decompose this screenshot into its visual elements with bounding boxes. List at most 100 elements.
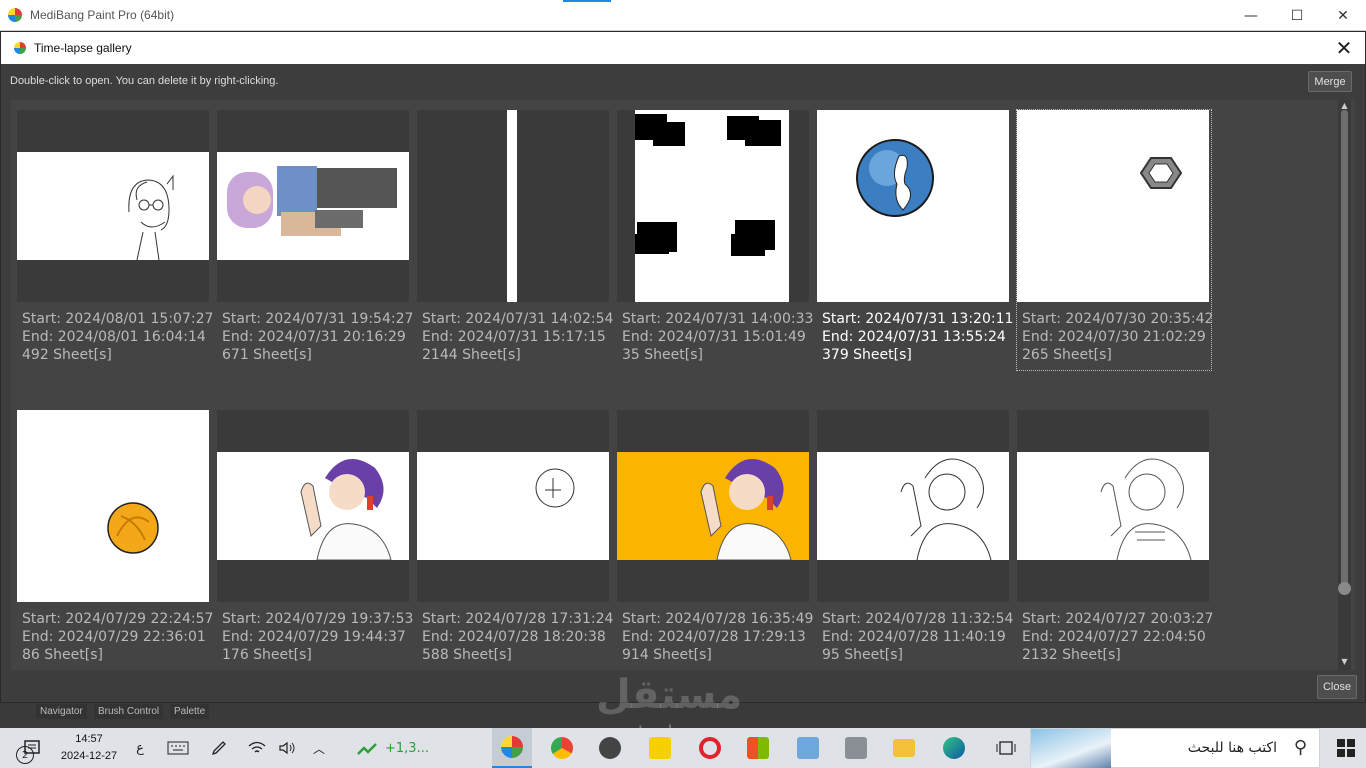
chrome-icon xyxy=(551,737,573,759)
timelapse-info: Start: 2024/07/31 14:02:54 End: 2024/07/… xyxy=(422,310,613,364)
taskbar-app-calculator[interactable] xyxy=(836,728,876,768)
close-button[interactable]: Close xyxy=(1317,675,1357,699)
tab-palette[interactable]: Palette xyxy=(170,704,210,719)
timelapse-thumbnail[interactable] xyxy=(217,110,409,302)
gallery-item[interactable]: Start: 2024/08/01 15:07:27 End: 2024/08/… xyxy=(17,110,213,370)
app-titlebar: MediBang Paint Pro (64bit) — ☐ ✕ xyxy=(0,0,1366,31)
maximize-button[interactable]: ☐ xyxy=(1274,0,1320,31)
gallery-item[interactable]: Start: 2024/07/31 14:02:54 End: 2024/07/… xyxy=(417,110,613,370)
scrollbar-track[interactable] xyxy=(1341,110,1348,586)
opera-icon xyxy=(699,737,721,759)
end-time: End: 2024/07/28 18:20:38 xyxy=(422,629,606,645)
start-time: Start: 2024/07/30 20:35:42 xyxy=(1022,311,1214,327)
timelapse-thumbnail[interactable] xyxy=(617,110,809,302)
timelapse-thumbnail[interactable] xyxy=(417,410,609,602)
gallery-scrollbar[interactable]: ▲ ▼ xyxy=(1338,100,1351,670)
timelapse-info: Start: 2024/07/28 17:31:24 End: 2024/07/… xyxy=(422,610,613,664)
search-input[interactable]: اكتب هنا للبحث xyxy=(1188,740,1277,756)
wifi-icon[interactable] xyxy=(242,728,272,768)
end-time: End: 2024/07/31 20:16:29 xyxy=(222,329,406,345)
sheet-count: 492 Sheet[s] xyxy=(22,347,112,363)
timelapse-thumbnail[interactable] xyxy=(817,410,1009,602)
sheet-count: 2132 Sheet[s] xyxy=(1022,647,1121,663)
start-time: Start: 2024/08/01 15:07:27 xyxy=(22,311,214,327)
sheet-count: 95 Sheet[s] xyxy=(822,647,903,663)
taskbar-app-sticky-notes[interactable] xyxy=(640,728,680,768)
taskbar-app-yandex[interactable] xyxy=(590,728,630,768)
taskbar-app-medibang[interactable] xyxy=(492,728,532,768)
taskbar-app-game[interactable] xyxy=(788,728,828,768)
end-time: End: 2024/07/31 15:01:49 xyxy=(622,329,806,345)
gallery-item[interactable]: Start: 2024/07/31 19:54:27 End: 2024/07/… xyxy=(217,110,413,370)
gallery-item[interactable]: Start: 2024/07/28 17:31:24 End: 2024/07/… xyxy=(417,410,613,670)
timelapse-thumbnail[interactable] xyxy=(817,110,1009,302)
scroll-down-icon[interactable]: ▼ xyxy=(1339,656,1350,668)
stocks-trend-icon[interactable] xyxy=(352,728,382,768)
timelapse-info: Start: 2024/08/01 15:07:27 End: 2024/08/… xyxy=(22,310,213,364)
calculator-icon xyxy=(845,737,867,759)
keyboard-icon[interactable] xyxy=(160,728,196,768)
timelapse-thumbnail[interactable] xyxy=(417,110,609,302)
input-language-indicator[interactable]: ع xyxy=(130,728,150,768)
gallery-item[interactable]: Start: 2024/07/27 20:03:27 End: 2024/07/… xyxy=(1017,410,1213,670)
sheet-count: 588 Sheet[s] xyxy=(422,647,512,663)
taskbar-app-chrome[interactable] xyxy=(542,728,582,768)
taskbar-app-file-explorer[interactable] xyxy=(884,728,924,768)
pen-icon[interactable] xyxy=(204,728,234,768)
microsoft-store-icon xyxy=(747,737,769,759)
start-button[interactable] xyxy=(1326,728,1366,768)
scrollbar-thumb[interactable] xyxy=(1338,582,1351,595)
volume-icon[interactable] xyxy=(272,728,302,768)
timelapse-info: Start: 2024/07/31 13:20:11 End: 2024/07/… xyxy=(822,310,1013,364)
clock[interactable]: 14:57 2024-12-27 xyxy=(56,731,122,765)
timelapse-thumbnail[interactable] xyxy=(1017,110,1209,302)
gallery-item[interactable]: Start: 2024/07/29 19:37:53 End: 2024/07/… xyxy=(217,410,413,670)
dialog-close-icon[interactable]: ✕ xyxy=(1331,35,1357,61)
tab-navigator[interactable]: Navigator xyxy=(36,704,87,719)
sheet-count: 176 Sheet[s] xyxy=(222,647,312,663)
gallery-item[interactable]: Start: 2024/07/31 13:20:11 End: 2024/07/… xyxy=(817,110,1013,370)
taskbar-app-edge[interactable] xyxy=(934,728,974,768)
yandex-browser-icon xyxy=(599,737,621,759)
taskbar-app-store[interactable] xyxy=(738,728,778,768)
end-time: End: 2024/07/28 17:29:13 xyxy=(622,629,806,645)
timelapse-thumbnail[interactable] xyxy=(617,410,809,602)
orange-ball-icon xyxy=(107,502,159,554)
tab-brush-control[interactable]: Brush Control xyxy=(94,704,164,719)
timelapse-info: Start: 2024/07/29 19:37:53 End: 2024/07/… xyxy=(222,610,413,664)
waving-girl-lineart-icon xyxy=(900,458,992,561)
stocks-widget-value[interactable]: +1,3... xyxy=(384,728,430,768)
taskbar: 2 14:57 2024-12-27 ع ︿ +1,3... اكتب هنا … xyxy=(0,728,1366,768)
app-close-button[interactable]: ✕ xyxy=(1320,0,1366,31)
end-time: End: 2024/07/29 22:36:01 xyxy=(22,629,206,645)
search-icon: ⚲ xyxy=(1293,737,1307,758)
end-time: End: 2024/07/31 13:55:24 xyxy=(822,329,1006,345)
gallery-item-focused[interactable]: Start: 2024/07/30 20:35:42 End: 2024/07/… xyxy=(1016,109,1214,371)
gallery-item[interactable]: Start: 2024/07/28 11:32:54 End: 2024/07/… xyxy=(817,410,1013,670)
clock-date: 2024-12-27 xyxy=(60,750,118,762)
medibang-logo-icon xyxy=(8,8,22,22)
timelapse-gallery-dialog: Time-lapse gallery ✕ Double-click to ope… xyxy=(0,31,1366,703)
task-view-button[interactable] xyxy=(986,728,1026,768)
start-time: Start: 2024/07/31 14:02:54 xyxy=(422,311,614,327)
minimize-button[interactable]: — xyxy=(1228,0,1274,31)
sketch-girl-glasses-icon xyxy=(128,174,174,261)
show-hidden-icons-chevron-icon[interactable]: ︿ xyxy=(306,728,332,768)
timelapse-thumbnail[interactable] xyxy=(17,410,209,602)
gallery-item[interactable]: Start: 2024/07/31 14:00:33 End: 2024/07/… xyxy=(617,110,813,370)
dialog-title: Time-lapse gallery xyxy=(34,41,132,55)
taskbar-app-opera[interactable] xyxy=(690,728,730,768)
timelapse-thumbnail[interactable] xyxy=(1017,410,1209,602)
merge-button[interactable]: Merge xyxy=(1308,71,1352,92)
gallery-item[interactable]: Start: 2024/07/29 22:24:57 End: 2024/07/… xyxy=(17,410,213,670)
start-time: Start: 2024/07/31 13:20:11 xyxy=(822,311,1014,327)
timelapse-thumbnail[interactable] xyxy=(217,410,409,602)
timelapse-thumbnail[interactable] xyxy=(17,110,209,302)
sheet-count: 265 Sheet[s] xyxy=(1022,347,1112,363)
gallery-item[interactable]: Start: 2024/07/28 16:35:49 End: 2024/07/… xyxy=(617,410,813,670)
timelapse-info: Start: 2024/07/31 19:54:27 End: 2024/07/… xyxy=(222,310,413,364)
sticky-notes-icon xyxy=(649,737,671,759)
taskbar-search[interactable]: اكتب هنا للبحث ⚲ xyxy=(1030,728,1320,768)
clock-time: 14:57 xyxy=(75,733,103,745)
game-app-icon xyxy=(797,737,819,759)
